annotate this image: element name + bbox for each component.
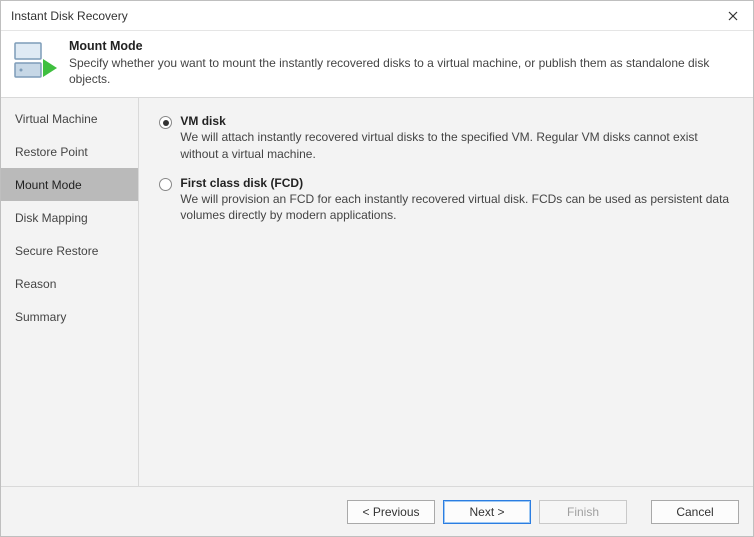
option-fcd[interactable]: First class disk (FCD) We will provision… <box>159 176 733 223</box>
radio-fcd[interactable] <box>159 178 172 191</box>
header-title: Mount Mode <box>69 39 741 53</box>
wizard-footer: < Previous Next > Finish Cancel <box>1 486 753 536</box>
close-icon <box>728 11 738 21</box>
header-text: Mount Mode Specify whether you want to m… <box>69 39 741 87</box>
button-label: < Previous <box>362 505 419 519</box>
sidebar-item-mount-mode[interactable]: Mount Mode <box>1 168 138 201</box>
sidebar-item-label: Mount Mode <box>15 178 82 192</box>
sidebar-item-label: Restore Point <box>15 145 88 159</box>
option-vm-disk[interactable]: VM disk We will attach instantly recover… <box>159 114 733 161</box>
next-button[interactable]: Next > <box>443 500 531 524</box>
sidebar-item-virtual-machine[interactable]: Virtual Machine <box>1 102 138 135</box>
disk-recovery-icon <box>13 41 59 81</box>
dialog-window: Instant Disk Recovery Mount Mode Specify… <box>0 0 754 537</box>
window-title: Instant Disk Recovery <box>11 9 128 23</box>
sidebar-item-disk-mapping[interactable]: Disk Mapping <box>1 201 138 234</box>
option-description: We will provision an FCD for each instan… <box>180 191 733 223</box>
sidebar-item-restore-point[interactable]: Restore Point <box>1 135 138 168</box>
sidebar-item-summary[interactable]: Summary <box>1 300 138 333</box>
option-text: VM disk We will attach instantly recover… <box>180 114 733 161</box>
option-text: First class disk (FCD) We will provision… <box>180 176 733 223</box>
sidebar-item-reason[interactable]: Reason <box>1 267 138 300</box>
close-button[interactable] <box>713 1 753 31</box>
button-label: Cancel <box>676 505 713 519</box>
sidebar-item-label: Secure Restore <box>15 244 98 258</box>
button-label: Next > <box>469 505 504 519</box>
option-description: We will attach instantly recovered virtu… <box>180 129 733 161</box>
wizard-content: VM disk We will attach instantly recover… <box>139 98 753 486</box>
sidebar-item-label: Summary <box>15 310 66 324</box>
sidebar-item-label: Virtual Machine <box>15 112 98 126</box>
cancel-button[interactable]: Cancel <box>651 500 739 524</box>
wizard-steps-sidebar: Virtual Machine Restore Point Mount Mode… <box>1 98 139 486</box>
wizard-header: Mount Mode Specify whether you want to m… <box>1 31 753 97</box>
radio-vm-disk[interactable] <box>159 116 172 129</box>
button-label: Finish <box>567 505 599 519</box>
previous-button[interactable]: < Previous <box>347 500 435 524</box>
header-subtitle: Specify whether you want to mount the in… <box>69 55 741 87</box>
sidebar-item-label: Disk Mapping <box>15 211 88 225</box>
sidebar-item-secure-restore[interactable]: Secure Restore <box>1 234 138 267</box>
titlebar: Instant Disk Recovery <box>1 1 753 31</box>
wizard-body: Virtual Machine Restore Point Mount Mode… <box>1 97 753 486</box>
sidebar-item-label: Reason <box>15 277 56 291</box>
finish-button: Finish <box>539 500 627 524</box>
option-title: VM disk <box>180 114 733 128</box>
option-title: First class disk (FCD) <box>180 176 733 190</box>
